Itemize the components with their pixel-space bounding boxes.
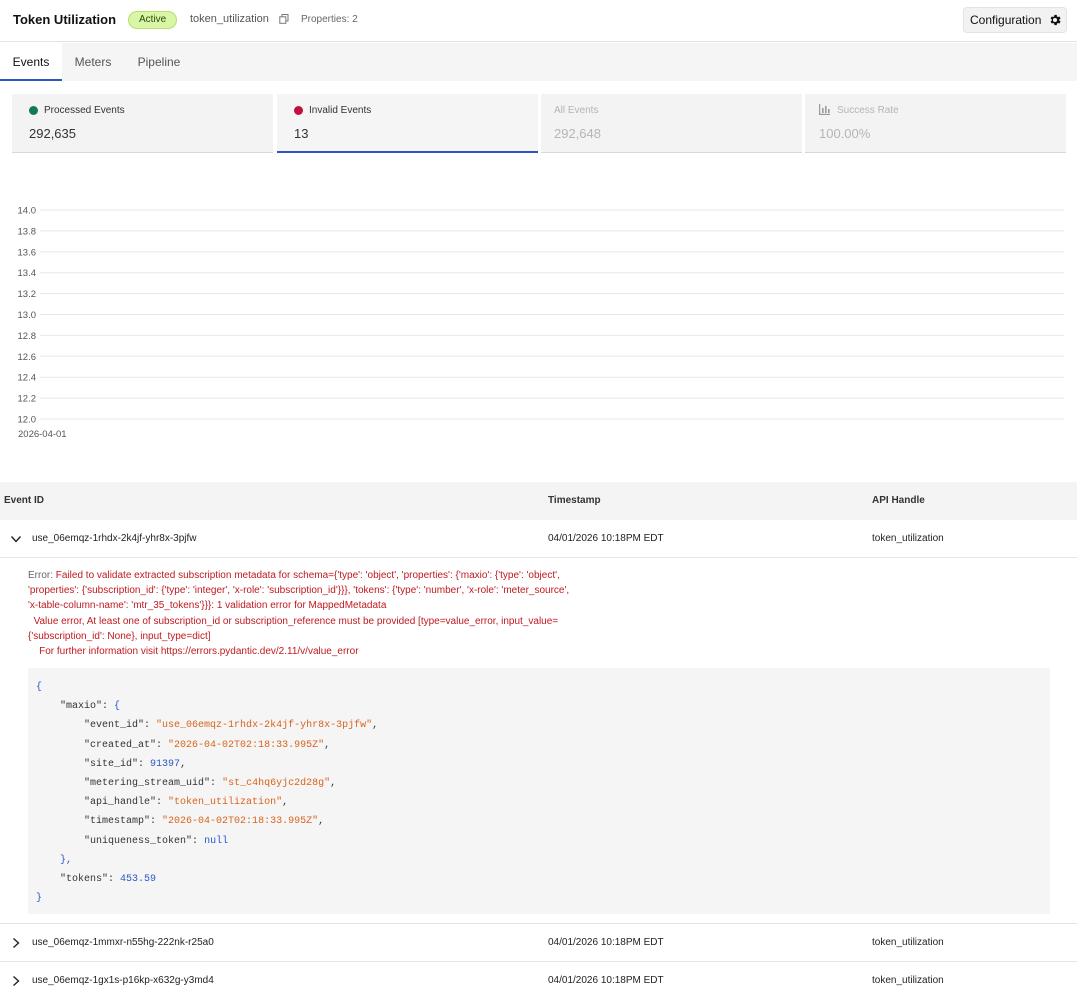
error-line: 'properties': {'subscription_id': {'type… bbox=[28, 585, 570, 597]
column-timestamp: Timestamp bbox=[548, 495, 601, 506]
json-value: "token_utilization" bbox=[168, 797, 283, 809]
events-chart: 14.0 13.8 13.6 13.4 13.2 13.0 12.8 12.6 12.4 12.2… bbox=[18, 206, 1064, 440]
page-header: Token Utilization Active token_utilizati… bbox=[0, 0, 1077, 42]
json-value: "2026-04-02T02:18:33.995Z" bbox=[162, 816, 319, 828]
invalid-dot-icon bbox=[294, 106, 303, 115]
metric-processed-events[interactable]: Processed Events 292,635 bbox=[12, 94, 273, 153]
table-row[interactable]: use_06emqz-1rhdx-2k4jf-yhr8x-3pjfw 04/01… bbox=[0, 520, 1077, 558]
metric-label: Success Rate bbox=[837, 105, 899, 116]
y-tick-label: 13.2 bbox=[18, 289, 37, 300]
api-handle-cell: token_utilization bbox=[872, 937, 944, 948]
metric-value: 100.00% bbox=[819, 126, 871, 141]
chevron-right-icon[interactable] bbox=[10, 937, 22, 949]
processed-dot-icon bbox=[29, 106, 38, 115]
y-tick-label: 12.4 bbox=[18, 373, 37, 384]
event-payload-json: { "maxio": { "event_id": "use_06emqz-1rh… bbox=[28, 668, 1050, 914]
tab-bar: Events Meters Pipeline bbox=[0, 43, 1077, 81]
page-title: Token Utilization bbox=[13, 12, 117, 27]
y-tick-label: 12.6 bbox=[18, 352, 37, 363]
metric-value: 292,648 bbox=[554, 126, 601, 141]
y-tick-label: 13.6 bbox=[18, 247, 37, 258]
timestamp-cell: 04/01/2026 10:18PM EDT bbox=[548, 533, 664, 544]
table-row[interactable]: use_06emqz-1gx1s-p16kp-x632g-y3md4 04/01… bbox=[0, 962, 1077, 998]
metric-invalid-events[interactable]: Invalid Events 13 bbox=[277, 94, 538, 153]
error-prefix: Error: bbox=[28, 570, 56, 581]
api-handle-label: token_utilization bbox=[190, 13, 269, 25]
table-header: Event ID Timestamp API Handle bbox=[0, 482, 1077, 520]
properties-count: Properties: 2 bbox=[301, 14, 358, 25]
status-badge: Active bbox=[128, 11, 178, 29]
y-tick-label: 12.2 bbox=[18, 394, 37, 405]
x-tick-label: 2026-04-01 bbox=[18, 429, 67, 440]
metric-all-events[interactable]: All Events 292,648 bbox=[541, 94, 802, 153]
error-line: {'subscription_id': None}, input_type=di… bbox=[28, 630, 211, 642]
y-tick-label: 13.4 bbox=[18, 268, 37, 279]
api-handle-cell: token_utilization bbox=[872, 533, 944, 544]
column-event-id: Event ID bbox=[4, 495, 45, 506]
gear-icon bbox=[1050, 14, 1061, 26]
api-handle-cell: token_utilization bbox=[872, 975, 944, 986]
event-id-cell: use_06emqz-1rhdx-2k4jf-yhr8x-3pjfw bbox=[32, 533, 197, 544]
chevron-down-icon[interactable] bbox=[10, 533, 22, 545]
chevron-right-icon[interactable] bbox=[10, 975, 22, 987]
event-id-cell: use_06emqz-1mmxr-n55hg-222nk-r25a0 bbox=[32, 937, 214, 948]
error-line: For further information visit https://er… bbox=[28, 646, 359, 658]
tab-pipeline[interactable]: Pipeline bbox=[124, 43, 194, 81]
column-api-handle: API Handle bbox=[872, 495, 925, 506]
error-line: Failed to validate extracted subscriptio… bbox=[55, 570, 560, 581]
metric-value: 13 bbox=[294, 126, 309, 141]
y-tick-label: 13.8 bbox=[18, 226, 37, 237]
json-value: "st_c4hq6yjc2d28g" bbox=[222, 777, 331, 789]
metric-label: All Events bbox=[554, 105, 599, 116]
json-value: 91397 bbox=[150, 758, 181, 770]
event-id-cell: use_06emqz-1gx1s-p16kp-x632g-y3md4 bbox=[32, 975, 214, 986]
json-value: "2026-04-02T02:18:33.995Z" bbox=[168, 739, 325, 751]
event-detail: Error: Failed to validate extracted subs… bbox=[0, 558, 1077, 924]
y-tick-label: 12.8 bbox=[18, 331, 37, 342]
error-line: 'x-table-column-name': 'mtr_35_tokens'}}… bbox=[28, 600, 387, 612]
json-value: null bbox=[204, 835, 229, 847]
copy-icon[interactable] bbox=[279, 14, 289, 24]
json-value: 453.59 bbox=[120, 873, 157, 885]
y-tick-label: 14.0 bbox=[18, 206, 37, 217]
error-message: Error: Failed to validate extracted subs… bbox=[28, 568, 668, 659]
json-value: "use_06emqz-1rhdx-2k4jf-yhr8x-3pjfw" bbox=[156, 720, 373, 732]
metric-label: Invalid Events bbox=[309, 105, 372, 116]
tab-meters[interactable]: Meters bbox=[62, 43, 124, 81]
timestamp-cell: 04/01/2026 10:18PM EDT bbox=[548, 975, 664, 986]
y-tick-label: 13.0 bbox=[18, 310, 37, 321]
configuration-label: Configuration bbox=[970, 13, 1042, 27]
metric-label: Processed Events bbox=[44, 105, 125, 116]
configuration-button[interactable]: Configuration bbox=[963, 7, 1067, 33]
tab-events[interactable]: Events bbox=[0, 43, 62, 81]
error-line: Value error, At least one of subscriptio… bbox=[28, 615, 559, 627]
bar-chart-icon bbox=[819, 104, 830, 115]
y-tick-label: 12.0 bbox=[18, 415, 37, 426]
table-row[interactable]: use_06emqz-1mmxr-n55hg-222nk-r25a0 04/01… bbox=[0, 924, 1077, 962]
metric-success-rate[interactable]: Success Rate 100.00% bbox=[805, 94, 1066, 153]
metric-value: 292,635 bbox=[29, 126, 76, 141]
metric-cards: Processed Events 292,635 Invalid Events … bbox=[12, 94, 1066, 153]
timestamp-cell: 04/01/2026 10:18PM EDT bbox=[548, 937, 664, 948]
